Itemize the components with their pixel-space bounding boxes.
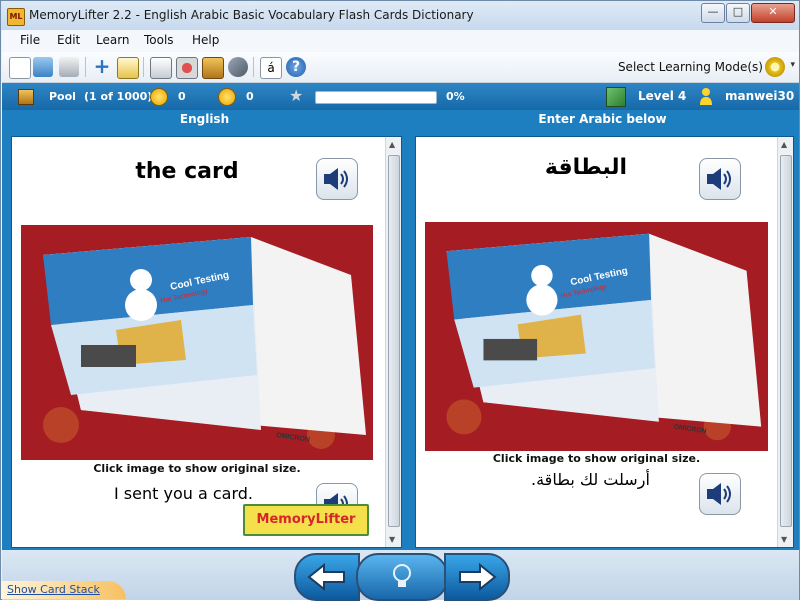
- question-audio-button[interactable]: [316, 158, 358, 200]
- level-label: Level 4: [638, 89, 687, 103]
- question-card-image[interactable]: Cool Testing Hot Technology OMICRON: [21, 225, 373, 460]
- answer-audio-button[interactable]: [699, 158, 741, 200]
- status-bar: Pool (1 of 1000) 0 0 ★ 0% Level 4 manwei…: [2, 83, 799, 110]
- pool-label: Pool: [49, 90, 76, 103]
- next-card-button[interactable]: [444, 553, 510, 601]
- toolbar-separator: [143, 57, 144, 77]
- smiley-happy-icon: [150, 88, 168, 106]
- statistics-icon[interactable]: [176, 57, 198, 79]
- answer-scrollbar[interactable]: ▲ ▼: [777, 137, 793, 547]
- menu-tools[interactable]: Tools: [144, 33, 174, 47]
- menu-help[interactable]: Help: [192, 33, 219, 47]
- close-button[interactable]: ✕: [751, 3, 795, 23]
- memorylifter-app-icon[interactable]: ML: [7, 8, 25, 26]
- answer-card: البطاقة Cool Testing Hot Technology OMIC…: [415, 136, 794, 548]
- scroll-up-icon[interactable]: ▲: [781, 140, 787, 149]
- answer-scroll-thumb[interactable]: [780, 155, 792, 527]
- app-window: ML MemoryLifter 2.2 - English Arabic Bas…: [0, 0, 800, 601]
- answer-example-audio-button[interactable]: [699, 473, 741, 515]
- hint-button[interactable]: [356, 553, 448, 601]
- minimize-button[interactable]: —: [701, 3, 725, 23]
- progress-bar: [315, 91, 437, 104]
- slideshow-icon[interactable]: [150, 57, 172, 79]
- pool-count: (1 of 1000): [84, 90, 153, 103]
- greeting-card-photo: Cool Testing Hot Technology OMICRON: [21, 225, 373, 460]
- answer-example-sentence: أرسلت لك بطاقة.: [531, 470, 650, 489]
- user-icon: [700, 88, 712, 105]
- help-icon[interactable]: ?: [286, 57, 306, 77]
- question-scroll-thumb[interactable]: [388, 155, 400, 527]
- menu-learn[interactable]: Learn: [96, 33, 130, 47]
- chevron-down-icon[interactable]: ▾: [790, 60, 795, 70]
- settings-tools-icon[interactable]: [228, 57, 248, 77]
- question-card: the card Cool Testing Hot Technology OMI…: [11, 136, 402, 548]
- pool-icon: [18, 89, 34, 105]
- speaker-icon: [707, 483, 731, 505]
- answer-word: البطاقة: [544, 155, 628, 180]
- toolbar: + á ? Select Learning Mode(s) ▾: [2, 52, 799, 83]
- question-scrollbar[interactable]: ▲ ▼: [385, 137, 401, 547]
- question-word: the card: [135, 159, 239, 184]
- menu-edit[interactable]: Edit: [57, 33, 80, 47]
- question-example-sentence: I sent you a card.: [114, 484, 253, 503]
- toolbar-separator: [253, 57, 254, 77]
- memorylifter-logo: MemoryLifter: [243, 504, 369, 536]
- speaker-icon: [707, 168, 731, 190]
- show-card-stack-tab[interactable]: Show Card Stack: [1, 581, 126, 599]
- scroll-down-icon[interactable]: ▼: [389, 535, 395, 544]
- add-icon[interactable]: +: [92, 56, 112, 77]
- character-map-icon[interactable]: á: [260, 57, 282, 79]
- print-icon[interactable]: [59, 57, 79, 77]
- level-box-icon: [606, 87, 626, 107]
- edit-icon[interactable]: [117, 57, 139, 79]
- card-panes: English Enter Arabic below the card Cool…: [2, 110, 799, 550]
- answer-image-hint: Click image to show original size.: [492, 452, 701, 465]
- notes-icon[interactable]: [202, 57, 224, 79]
- maximize-button[interactable]: □: [726, 3, 750, 23]
- smiley-sad-icon: [218, 88, 236, 106]
- question-image-hint: Click image to show original size.: [93, 462, 301, 475]
- lightbulb-icon: [393, 564, 411, 587]
- speaker-icon: [324, 168, 348, 190]
- arrow-right-icon: [459, 562, 497, 592]
- new-document-icon[interactable]: [9, 57, 31, 79]
- question-pane-header: English: [179, 112, 230, 126]
- scroll-up-icon[interactable]: ▲: [389, 140, 395, 149]
- learning-mode-gear-icon[interactable]: [765, 57, 785, 77]
- answer-card-image[interactable]: Cool Testing Hot Technology OMICRON: [425, 222, 768, 451]
- progress-percent: 0%: [446, 90, 465, 103]
- right-answers-count: 0: [178, 90, 186, 103]
- learning-mode-label[interactable]: Select Learning Mode(s): [618, 60, 763, 74]
- username: manwei30: [725, 89, 795, 103]
- answer-pane-header: Enter Arabic below: [538, 112, 667, 126]
- window-title: MemoryLifter 2.2 - English Arabic Basic …: [29, 8, 474, 22]
- star-icon: ★: [289, 86, 304, 105]
- title-bar: ML MemoryLifter 2.2 - English Arabic Bas…: [1, 1, 799, 30]
- arrow-left-icon: [307, 562, 345, 592]
- open-folder-icon[interactable]: [33, 57, 53, 77]
- wrong-answers-count: 0: [246, 90, 254, 103]
- menu-file[interactable]: File: [20, 33, 40, 47]
- toolbar-separator: [85, 57, 86, 77]
- menu-bar: File Edit Learn Tools Help: [2, 30, 799, 52]
- previous-card-button[interactable]: [294, 553, 360, 601]
- show-card-stack-link[interactable]: Show Card Stack: [7, 583, 100, 596]
- greeting-card-photo: Cool Testing Hot Technology OMICRON: [425, 222, 768, 451]
- scroll-down-icon[interactable]: ▼: [781, 535, 787, 544]
